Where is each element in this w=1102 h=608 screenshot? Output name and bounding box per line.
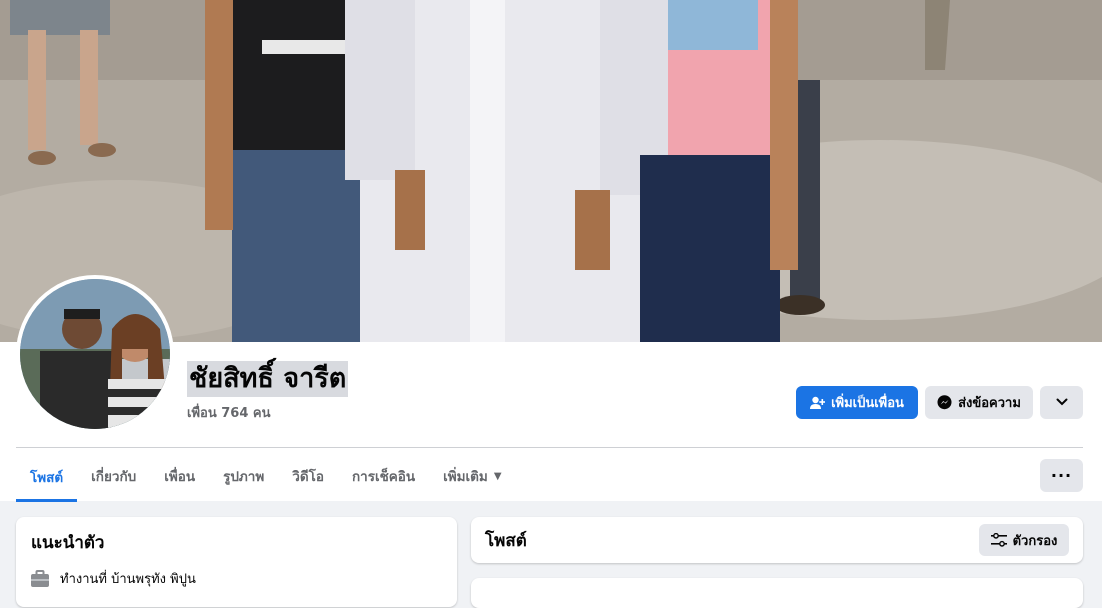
tab-posts[interactable]: โพสต์: [16, 452, 78, 502]
intro-title: แนะนำตัว: [31, 533, 105, 553]
work-info: ทำงานที่ บ้านพรุทัง พิปูน: [30, 568, 196, 589]
caret-down-icon: ▼: [493, 470, 502, 482]
tab-label: เกี่ยวกับ: [91, 469, 137, 485]
tab-label: วิดีโอ: [292, 469, 324, 485]
tab-label: โพสต์: [30, 470, 64, 486]
chevron-down-icon: [1056, 395, 1068, 410]
avatar-image: [20, 279, 170, 429]
tab-label: รูปภาพ: [223, 469, 265, 485]
tab-about[interactable]: เกี่ยวกับ: [77, 452, 150, 500]
tab-more[interactable]: เพิ่มเติม ▼: [429, 452, 515, 500]
more-actions-button[interactable]: [1040, 386, 1083, 419]
filter-icon: [990, 533, 1007, 547]
tab-photos[interactable]: รูปภาพ: [209, 452, 278, 500]
more-icon: ···: [1050, 466, 1073, 485]
tab-videos[interactable]: วิดีโอ: [278, 452, 338, 500]
tab-checkins[interactable]: การเช็คอิน: [338, 452, 429, 500]
add-friend-button[interactable]: เพิ่มเป็นเพื่อน: [796, 386, 918, 419]
profile-name: ชัยสิทธิ์ จารีต: [187, 361, 349, 397]
add-friend-label: เพิ่มเป็นเพื่อน: [831, 396, 904, 411]
tab-label: เพิ่มเติม: [443, 469, 488, 485]
work-text: ทำงานที่ บ้านพรุทัง พิปูน: [60, 572, 196, 587]
posts-header-card: โพสต์ ตัวกรอง: [471, 517, 1083, 563]
profile-tabs: โพสต์ เกี่ยวกับ เพื่อน รูปภาพ วิดีโอ การ…: [16, 452, 516, 502]
tab-label: เพื่อน: [164, 469, 196, 485]
message-button[interactable]: ส่งข้อความ: [925, 386, 1033, 419]
friend-count[interactable]: เพื่อน 764 คน: [187, 402, 270, 423]
profile-avatar[interactable]: [16, 275, 174, 433]
posts-title: โพสต์: [485, 531, 527, 551]
filter-label: ตัวกรอง: [1012, 533, 1058, 549]
messenger-icon: [937, 395, 952, 410]
message-label: ส่งข้อความ: [958, 396, 1021, 411]
cover-photo-image: [0, 0, 1102, 342]
intro-card: แนะนำตัว ทำงานที่ บ้านพรุทัง พิปูน: [16, 517, 457, 607]
filter-button[interactable]: ตัวกรอง: [979, 524, 1069, 556]
add-friend-icon: [810, 396, 826, 410]
tab-label: การเช็คอิน: [351, 469, 416, 485]
post-card: [471, 578, 1083, 608]
cover-photo[interactable]: [0, 0, 1102, 342]
briefcase-icon: [30, 569, 50, 588]
tab-friends[interactable]: เพื่อน: [150, 452, 209, 500]
header-divider: [16, 447, 1083, 448]
more-options-button[interactable]: ···: [1040, 459, 1083, 492]
